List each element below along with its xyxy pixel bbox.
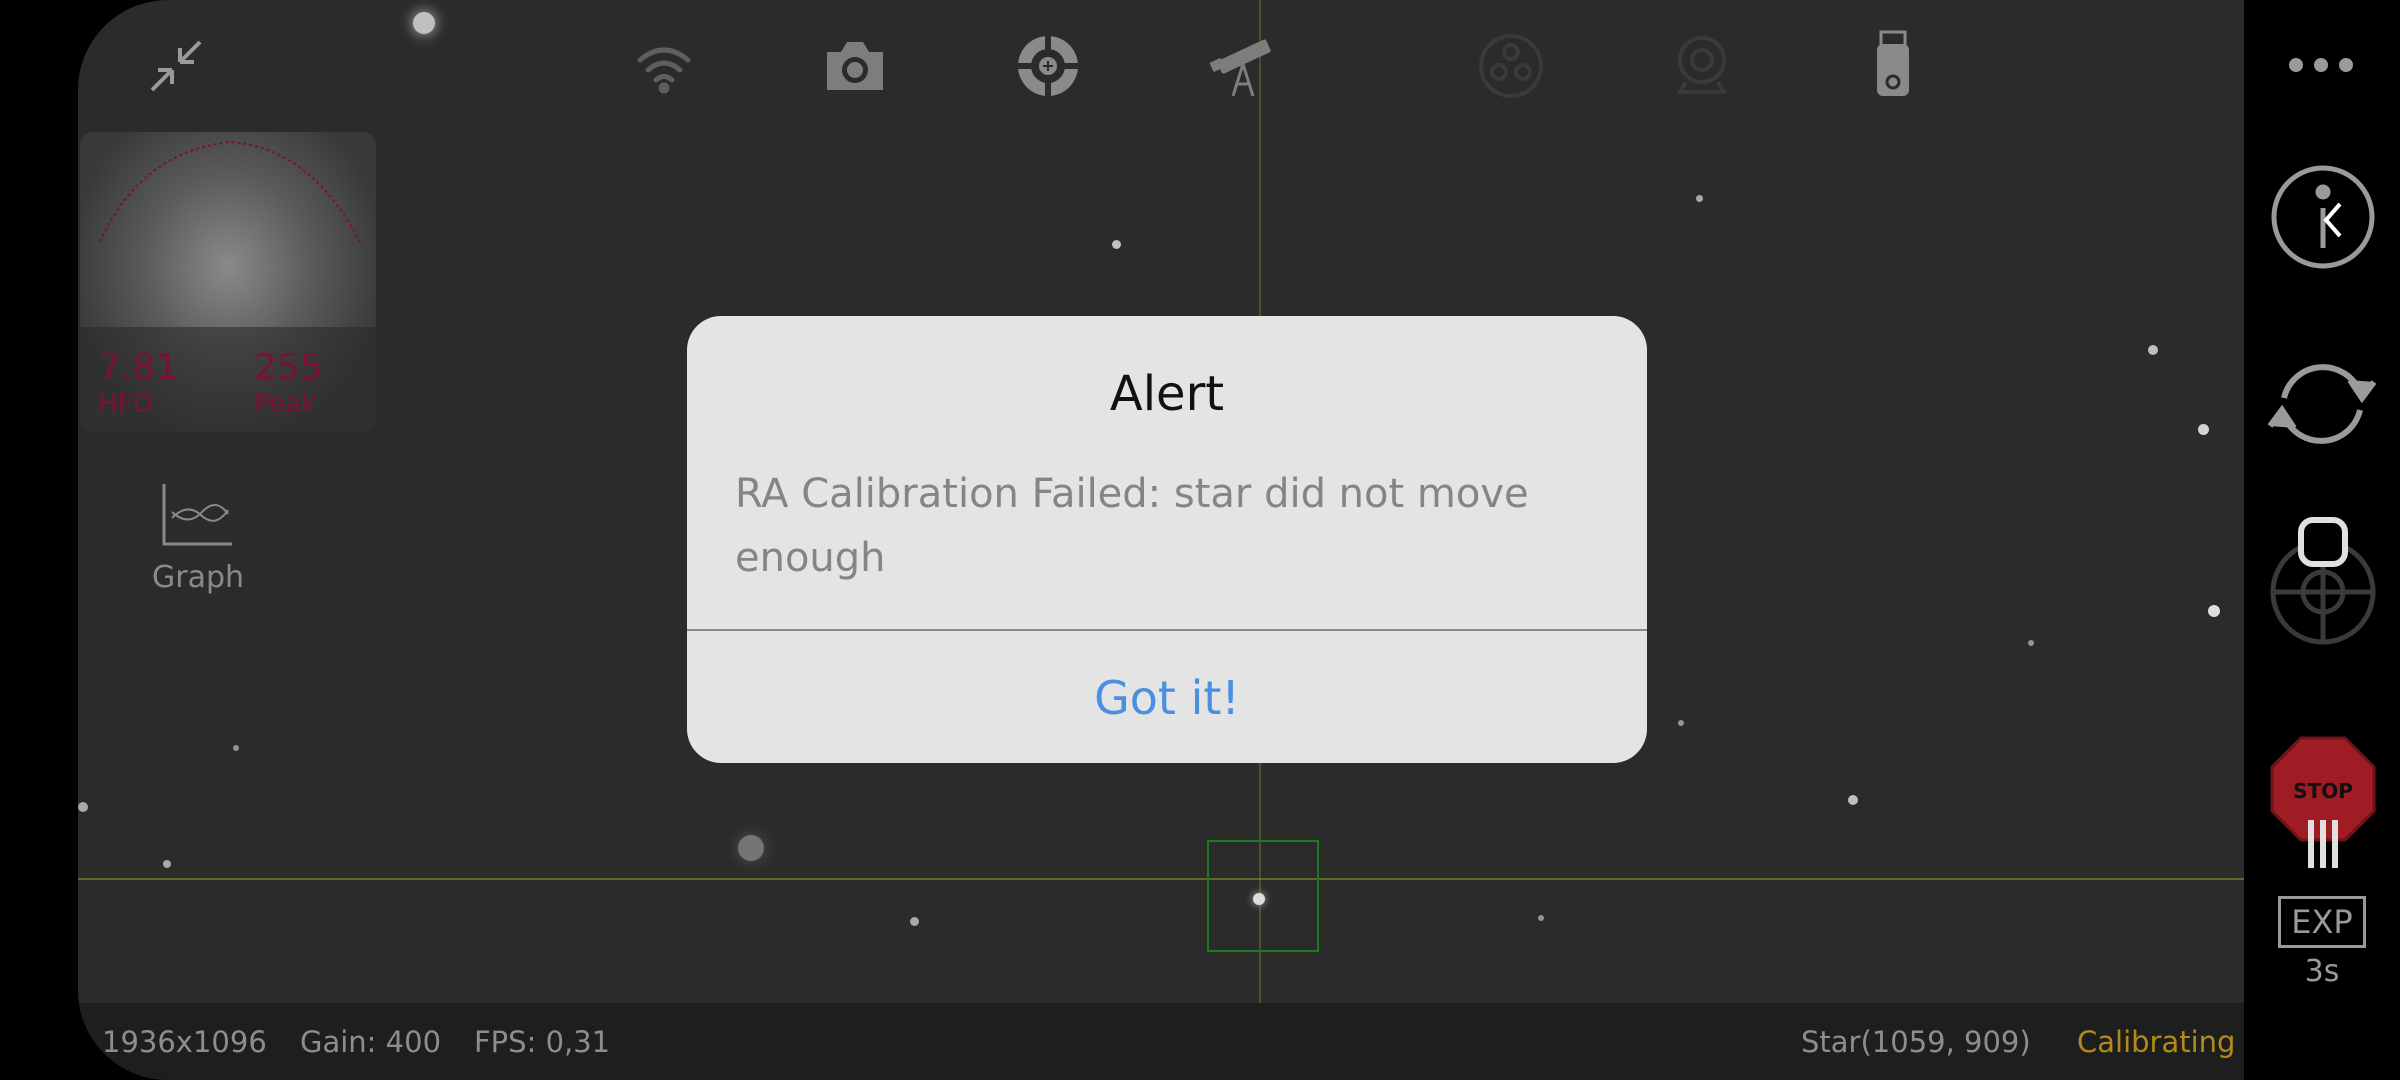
- got-it-button[interactable]: Got it!: [687, 632, 1647, 763]
- dialog-title: Alert: [1109, 366, 1225, 422]
- alert-dialog: Alert RA Calibration Failed: star did no…: [687, 316, 1647, 763]
- dialog-divider: [687, 629, 1647, 631]
- dialog-message: RA Calibration Failed: star did not move…: [735, 471, 1529, 581]
